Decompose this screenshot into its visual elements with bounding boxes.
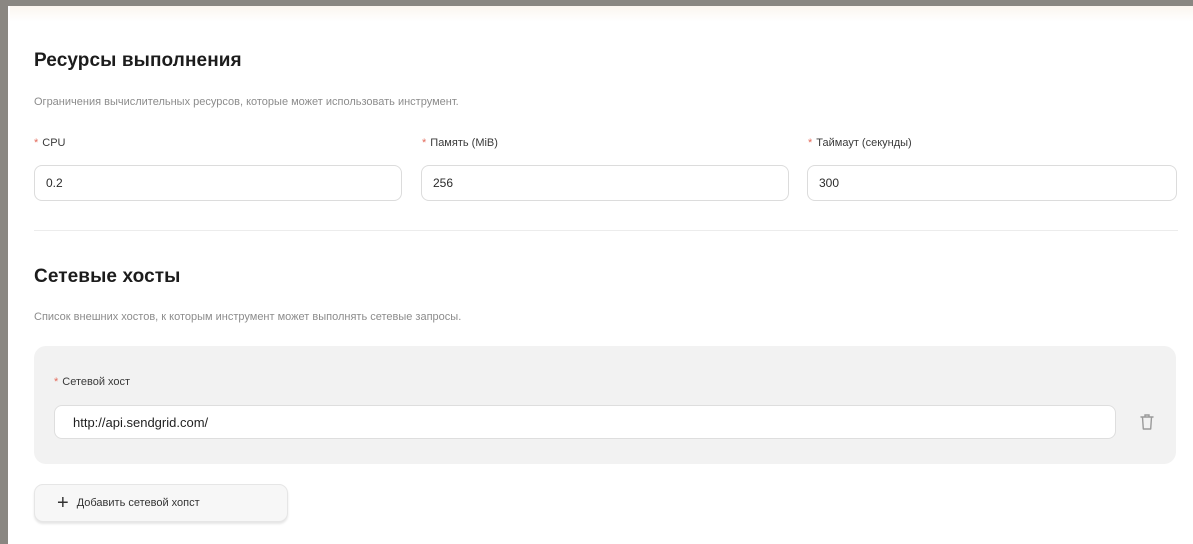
top-shadow xyxy=(10,6,1193,22)
trash-icon[interactable] xyxy=(1138,412,1156,432)
network-host-card: * Сетевой хост xyxy=(34,346,1176,464)
add-network-host-button[interactable]: + Добавить сетевой хопст xyxy=(34,484,288,522)
timeout-label: * Таймаут (секунды) xyxy=(808,137,912,149)
timeout-input[interactable] xyxy=(807,165,1177,201)
required-mark: * xyxy=(34,137,39,149)
cpu-label: * CPU xyxy=(34,137,66,149)
plus-icon: + xyxy=(57,492,69,514)
window-frame-left xyxy=(0,0,8,544)
resources-description: Ограничения вычислительных ресурсов, кот… xyxy=(34,96,459,108)
memory-input[interactable] xyxy=(421,165,789,201)
host-label: * Сетевой хост xyxy=(54,376,131,388)
section-divider xyxy=(34,230,1178,231)
resources-title: Ресурсы выполнения xyxy=(34,50,242,71)
required-mark: * xyxy=(422,137,427,149)
required-mark: * xyxy=(808,137,813,149)
add-network-host-label: Добавить сетевой хопст xyxy=(76,497,200,509)
required-mark: * xyxy=(54,376,59,388)
network-description: Список внешних хостов, к которым инструм… xyxy=(34,311,462,323)
network-title: Сетевые хосты xyxy=(34,266,181,287)
memory-label: * Память (MiB) xyxy=(422,137,498,149)
cpu-input[interactable] xyxy=(34,165,402,201)
host-input[interactable] xyxy=(54,405,1116,439)
